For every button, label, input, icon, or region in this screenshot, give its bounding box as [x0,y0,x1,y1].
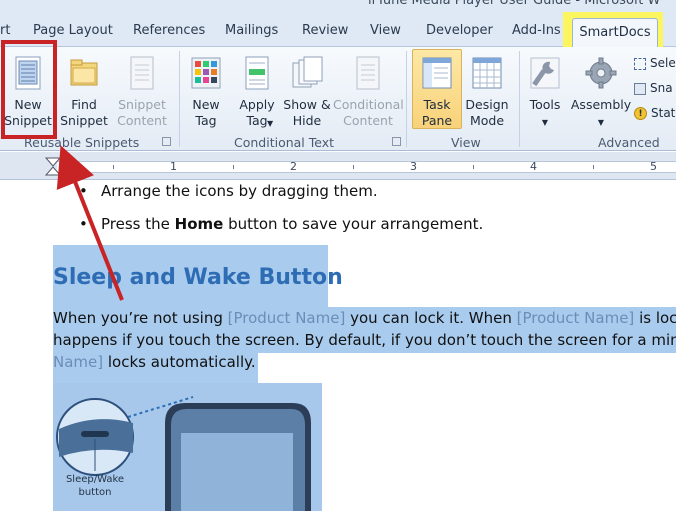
annotation-arrow-icon [56,145,124,301]
